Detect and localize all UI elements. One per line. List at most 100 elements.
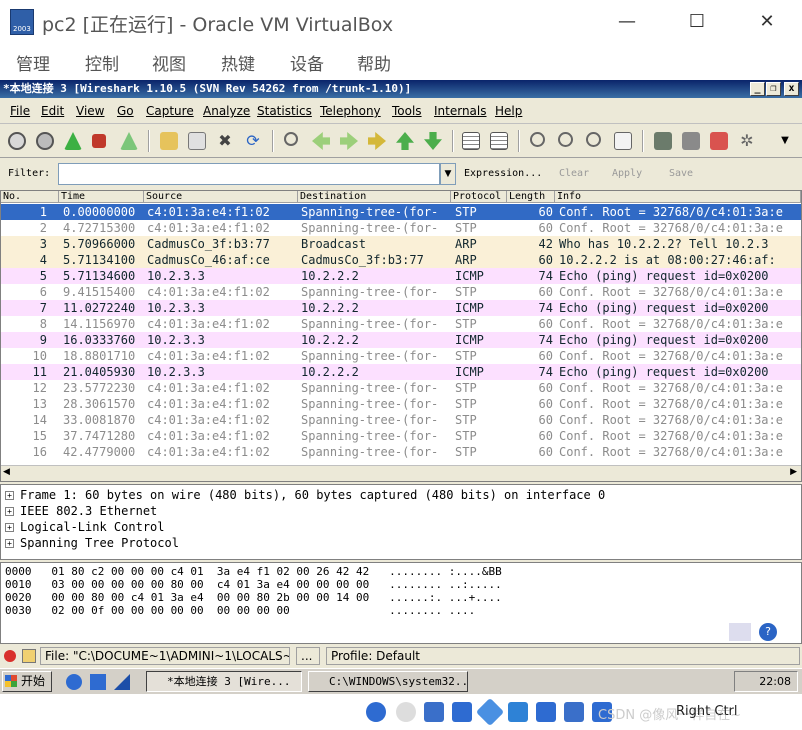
normal-size-icon[interactable]: [586, 132, 601, 147]
ie-icon[interactable]: [66, 674, 82, 690]
vbox-menu-manage[interactable]: 管理: [16, 50, 50, 75]
menu-tools[interactable]: Tools: [392, 104, 422, 118]
ws-maximize-button[interactable]: ❐: [766, 82, 781, 96]
shared-folders-icon[interactable]: [508, 702, 528, 722]
menu-file[interactable]: File: [10, 104, 30, 118]
packet-row[interactable]: 8 14.1156970 c4:01:3a:e4:f1:02 Spanning-tre…: [1, 316, 801, 332]
detail-row[interactable]: + Spanning Tree Protocol: [5, 535, 179, 551]
col-info[interactable]: Info: [555, 191, 801, 203]
packet-row[interactable]: 4 5.71134100 CadmusCo_46:af:ce CadmusCo_3f:…: [1, 252, 801, 268]
scroll-right-icon[interactable]: ▶: [790, 467, 797, 477]
hdd-icon[interactable]: [366, 702, 386, 722]
start-capture-icon[interactable]: [64, 132, 82, 150]
vbox-menu-devices[interactable]: 设备: [290, 50, 324, 75]
vbox-menu-view[interactable]: 视图: [152, 50, 186, 75]
open-file-icon[interactable]: [160, 132, 178, 150]
col-no[interactable]: No.: [1, 191, 59, 203]
display-icon[interactable]: [536, 702, 556, 722]
col-source[interactable]: Source: [144, 191, 298, 203]
expand-icon[interactable]: +: [5, 523, 14, 532]
optical-drive-icon[interactable]: [396, 702, 416, 722]
preferences-icon[interactable]: ✲: [738, 132, 756, 150]
desktop-icon[interactable]: [90, 674, 106, 690]
reload-icon[interactable]: ⟳: [244, 132, 262, 150]
expand-icon[interactable]: +: [5, 491, 14, 500]
display-filters-icon[interactable]: [682, 132, 700, 150]
menu-go[interactable]: Go: [117, 104, 134, 118]
coloring-rules-icon[interactable]: [710, 132, 728, 150]
save-filter-button[interactable]: Save: [669, 168, 693, 179]
packet-bytes[interactable]: 0000 01 80 c2 00 00 00 c4 01 3a e4 f1 02…: [0, 562, 802, 644]
col-length[interactable]: Length: [507, 191, 555, 203]
expand-icon[interactable]: +: [5, 539, 14, 548]
menu-edit[interactable]: Edit: [41, 104, 64, 118]
first-packet-icon[interactable]: [396, 132, 414, 150]
auto-scroll-icon[interactable]: [490, 132, 508, 150]
packet-row[interactable]: 15 37.7471280 c4:01:3a:e4:f1:02 Spanning-tr…: [1, 428, 801, 444]
status-profile[interactable]: Profile: Default: [326, 647, 800, 665]
packet-row[interactable]: 11 21.0405930 10.2.3.3 10.2.2.2 ICMP 74 Echo (…: [1, 364, 801, 380]
packet-row[interactable]: 10 18.8801710 c4:01:3a:e4:f1:02 Spanning-tr…: [1, 348, 801, 364]
help-icon[interactable]: ?: [759, 623, 777, 641]
wireshark-title-bar[interactable]: *本地连接 3 [Wireshark 1.10.5 (SVN Rev 54262…: [0, 80, 802, 98]
packet-details[interactable]: + Frame 1: 60 bytes on wire (480 bits), 6…: [0, 484, 802, 560]
expert-info-icon[interactable]: [4, 650, 16, 662]
detail-row[interactable]: + Frame 1: 60 bytes on wire (480 bits), 6…: [5, 487, 605, 503]
stop-capture-icon[interactable]: [92, 134, 106, 148]
menu-telephony[interactable]: Telephony: [320, 104, 381, 118]
filter-dropdown-icon[interactable]: ▼: [440, 163, 456, 185]
interfaces-icon[interactable]: [8, 132, 26, 150]
scroll-left-icon[interactable]: ◀: [3, 467, 10, 477]
colorize-icon[interactable]: [462, 132, 480, 150]
save-file-icon[interactable]: [188, 132, 206, 150]
last-packet-icon[interactable]: [424, 132, 442, 150]
packet-row[interactable]: 13 28.3061570 c4:01:3a:e4:f1:02 Spanning-tr…: [1, 396, 801, 412]
packet-list[interactable]: No. Time Source Destination Protocol Len…: [0, 190, 802, 482]
packet-row[interactable]: 3 5.70966000 CadmusCo_3f:b3:77 Broadcast ARP…: [1, 236, 801, 252]
apply-button[interactable]: Apply: [612, 168, 642, 179]
bytes-view-icon[interactable]: [729, 623, 751, 641]
packet-row[interactable]: 14 33.0081870 c4:01:3a:e4:f1:02 Spanning-tr…: [1, 412, 801, 428]
col-protocol[interactable]: Protocol: [451, 191, 507, 203]
network-icon[interactable]: [452, 702, 472, 722]
menu-internals[interactable]: Internals: [434, 104, 487, 118]
ws-close-button[interactable]: x: [784, 82, 799, 96]
vbox-menu-help[interactable]: 帮助: [357, 50, 391, 75]
restart-capture-icon[interactable]: [120, 132, 138, 150]
maximize-button[interactable]: ☐: [674, 4, 720, 40]
find-icon[interactable]: [284, 132, 298, 146]
go-back-icon[interactable]: [312, 132, 330, 150]
vbox-title-bar[interactable]: 2003 pc2 [正在运行] - Oracle VM VirtualBox —…: [0, 0, 802, 44]
menu-capture[interactable]: Capture: [146, 104, 194, 118]
packet-row[interactable]: 16 42.4779000 c4:01:3a:e4:f1:02 Spanning-tr…: [1, 444, 801, 460]
packet-row[interactable]: 1 0.00000000 c4:01:3a:e4:f1:02 Spanning-tre…: [1, 204, 801, 220]
filter-input[interactable]: [58, 163, 440, 185]
menu-view[interactable]: View: [76, 104, 104, 118]
usb-icon[interactable]: [475, 697, 505, 727]
vbox-menu-control[interactable]: 控制: [85, 50, 119, 75]
packet-row[interactable]: 2 4.72715300 c4:01:3a:e4:f1:02 Spanning-tre…: [1, 220, 801, 236]
task-cmd[interactable]: C:\WINDOWS\system32...: [308, 671, 468, 692]
packet-row[interactable]: 9 16.0333760 10.2.3.3 10.2.2.2 ICMP 74 Echo (p…: [1, 332, 801, 348]
packet-list-scrollbar[interactable]: ◀ ▶: [1, 465, 801, 481]
task-wireshark[interactable]: *本地连接 3 [Wire...: [146, 671, 302, 692]
video-capture-icon[interactable]: [564, 702, 584, 722]
packet-row[interactable]: 7 11.0272240 10.2.3.3 10.2.2.2 ICMP 74 Echo (p…: [1, 300, 801, 316]
close-button[interactable]: ✕: [744, 4, 790, 40]
zoom-in-icon[interactable]: [530, 132, 545, 147]
capture-comment-icon[interactable]: [22, 649, 36, 663]
vbox-menu-hotkey[interactable]: 热键: [221, 50, 255, 75]
clear-button[interactable]: Clear: [559, 168, 589, 179]
menu-analyze[interactable]: Analyze: [203, 104, 250, 118]
minimize-button[interactable]: —: [604, 4, 650, 40]
audio-icon[interactable]: [424, 702, 444, 722]
col-destination[interactable]: Destination: [298, 191, 451, 203]
capture-filters-icon[interactable]: [654, 132, 672, 150]
go-forward-icon[interactable]: [340, 132, 358, 150]
quicklaunch-icon[interactable]: [114, 674, 130, 690]
expression-button[interactable]: Expression...: [464, 168, 542, 179]
detail-row[interactable]: + IEEE 802.3 Ethernet: [5, 503, 157, 519]
toolbar-overflow-icon[interactable]: ▼: [776, 132, 794, 150]
detail-row[interactable]: + Logical-Link Control: [5, 519, 165, 535]
options-icon[interactable]: [36, 132, 54, 150]
